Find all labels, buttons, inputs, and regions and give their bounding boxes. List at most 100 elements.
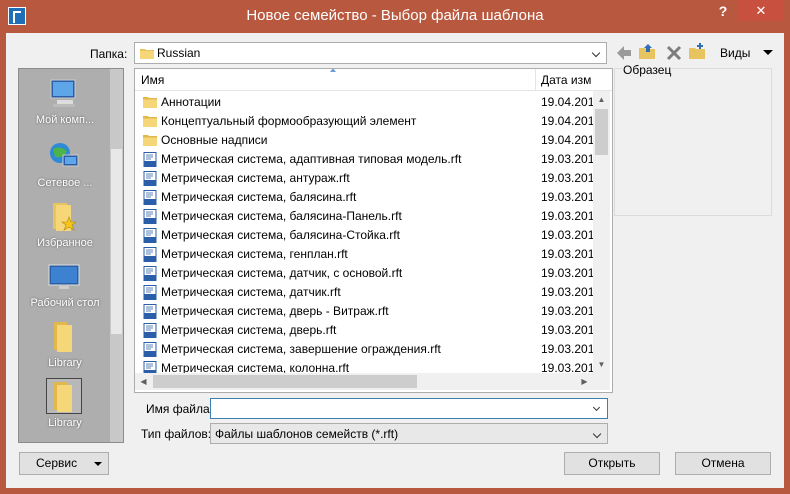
- folder-label: Папка:: [90, 47, 128, 61]
- file-row[interactable]: Метрическая система, дверь - Витраж.rft 1…: [135, 302, 601, 321]
- network-icon: [50, 143, 79, 167]
- back-arrow-icon[interactable]: [614, 43, 634, 63]
- dialog-window: Новое семейство - Выбор файла шаблона ? …: [0, 0, 790, 494]
- preview-label: Образец: [622, 63, 673, 77]
- file-name: Метрическая система, дверь.rft: [161, 323, 337, 337]
- folder-icon: [143, 95, 158, 110]
- file-row[interactable]: Аннотации 19.04.2014: [135, 93, 601, 112]
- computer-icon: [50, 79, 76, 107]
- rft-file-icon: [143, 190, 158, 205]
- chevron-down-icon[interactable]: [590, 424, 607, 444]
- current-folder-name: Russian: [157, 46, 201, 60]
- views-button[interactable]: Виды: [720, 46, 750, 60]
- folder-icon: [143, 133, 158, 148]
- file-row[interactable]: Метрическая система, датчик, с основой.r…: [135, 264, 601, 283]
- file-row[interactable]: Метрическая система, балясина-Стойка.rft…: [135, 226, 601, 245]
- place-network[interactable]: Сетевое ...: [19, 135, 111, 195]
- rft-file-icon: [143, 304, 158, 319]
- scroll-left-icon[interactable]: ◀: [135, 373, 152, 390]
- dialog-body: Папка: Russian Виды Мой комп... Сетевое …: [6, 33, 784, 488]
- service-button[interactable]: Сервис: [19, 452, 109, 475]
- service-button-label: Сервис: [36, 456, 78, 470]
- file-row[interactable]: Метрическая система, завершение огражден…: [135, 340, 601, 359]
- rft-file-icon: [143, 247, 158, 262]
- place-desktop[interactable]: Рабочий стол: [19, 255, 111, 315]
- file-row[interactable]: Метрическая система, датчик.rft 19.03.201…: [135, 283, 601, 302]
- file-row[interactable]: Метрическая система, дверь.rft 19.03.2014: [135, 321, 601, 340]
- file-name: Метрическая система, датчик, с основой.r…: [161, 266, 403, 280]
- file-type-value: Файлы шаблонов семейств (*.rft): [215, 427, 399, 441]
- places-bar: Мой комп... Сетевое ... Избранное Рабочи…: [18, 68, 124, 443]
- place-favorites[interactable]: Избранное: [19, 195, 111, 255]
- place-my-computer[interactable]: Мой комп...: [19, 72, 111, 132]
- open-button[interactable]: Открыть: [564, 452, 660, 475]
- chevron-down-icon[interactable]: [589, 43, 606, 63]
- cancel-button[interactable]: Отмена: [675, 452, 771, 475]
- file-row[interactable]: Основные надписи 19.04.2014: [135, 131, 601, 150]
- place-library-1[interactable]: Library: [19, 315, 111, 375]
- rft-file-icon: [143, 171, 158, 186]
- scroll-down-icon[interactable]: ▼: [593, 356, 610, 373]
- file-name: Аннотации: [161, 95, 221, 109]
- file-row[interactable]: Метрическая система, антураж.rft 19.03.20…: [135, 169, 601, 188]
- file-name: Метрическая система, генплан.rft: [161, 247, 348, 261]
- rft-file-icon: [143, 323, 158, 338]
- column-name[interactable]: Имя: [141, 73, 164, 87]
- file-list-horizontal-scrollbar[interactable]: ◀ ▶: [135, 373, 593, 390]
- rft-file-icon: [143, 342, 158, 357]
- file-name-label: Имя файла:: [146, 402, 213, 416]
- file-name-input[interactable]: [210, 398, 608, 419]
- rft-file-icon: [143, 285, 158, 300]
- delete-icon[interactable]: [664, 43, 684, 63]
- scroll-up-icon[interactable]: ▲: [593, 91, 610, 108]
- desktop-icon: [48, 264, 80, 289]
- file-row[interactable]: Метрическая система, балясина-Панель.rft…: [135, 207, 601, 226]
- place-more[interactable]: [19, 435, 111, 443]
- folder-icon: [140, 49, 154, 59]
- up-folder-icon[interactable]: [638, 42, 658, 62]
- file-list-vertical-scrollbar[interactable]: ▲ ▼: [593, 91, 610, 373]
- file-row[interactable]: Метрическая система, балясина.rft 19.03.2…: [135, 188, 601, 207]
- place-label: Сетевое ...: [37, 177, 93, 189]
- sort-ascending-icon: [330, 69, 336, 72]
- file-type-label: Тип файлов:: [141, 427, 212, 441]
- file-row[interactable]: Метрическая система, генплан.rft 19.03.20…: [135, 245, 601, 264]
- file-name: Метрическая система, балясина.rft: [161, 190, 357, 204]
- file-type-select[interactable]: Файлы шаблонов семейств (*.rft): [210, 423, 608, 444]
- preview-pane: Образец: [614, 63, 772, 216]
- file-name: Метрическая система, датчик.rft: [161, 285, 341, 299]
- place-label: Library: [48, 417, 82, 429]
- chevron-down-icon[interactable]: [590, 399, 607, 418]
- scrollbar-thumb[interactable]: [153, 375, 417, 388]
- rft-file-icon: [143, 266, 158, 281]
- folder-icon: [54, 322, 72, 352]
- dropdown-arrow-icon: [94, 462, 102, 466]
- rft-file-icon: [143, 209, 158, 224]
- place-label: Избранное: [37, 237, 93, 249]
- title-bar[interactable]: Новое семейство - Выбор файла шаблона ? …: [0, 0, 790, 33]
- file-name: Метрическая система, балясина-Стойка.rft: [161, 228, 400, 242]
- help-button[interactable]: ?: [712, 2, 734, 22]
- scrollbar-thumb[interactable]: [111, 149, 122, 334]
- folder-icon: [47, 439, 81, 443]
- file-name: Метрическая система, балясина-Панель.rft: [161, 209, 402, 223]
- column-date-modified[interactable]: Дата изм: [541, 73, 591, 87]
- folder-icon: [143, 114, 158, 129]
- folder-icon: [46, 378, 82, 414]
- file-name: Концептуальный формообразующий элемент: [161, 114, 417, 128]
- file-name: Метрическая система, дверь - Витраж.rft: [161, 304, 389, 318]
- place-library-2[interactable]: Library: [19, 375, 111, 435]
- scroll-right-icon[interactable]: ▶: [576, 373, 593, 390]
- new-folder-icon[interactable]: [688, 42, 708, 62]
- file-list[interactable]: Имя Дата изм Аннотации 19.04.2014 Концепту…: [134, 68, 613, 393]
- rft-file-icon: [143, 152, 158, 167]
- file-name: Метрическая система, адаптивная типовая …: [161, 152, 462, 166]
- scrollbar-thumb[interactable]: [595, 109, 608, 155]
- folder-combobox[interactable]: Russian: [134, 42, 607, 64]
- file-list-header: Имя Дата изм: [135, 69, 612, 91]
- file-row[interactable]: Метрическая система, адаптивная типовая …: [135, 150, 601, 169]
- close-button[interactable]: ✕: [738, 0, 784, 21]
- places-scrollbar[interactable]: [110, 69, 123, 442]
- file-row[interactable]: Концептуальный формообразующий элемент 19…: [135, 112, 601, 131]
- views-dropdown-icon[interactable]: [758, 43, 778, 63]
